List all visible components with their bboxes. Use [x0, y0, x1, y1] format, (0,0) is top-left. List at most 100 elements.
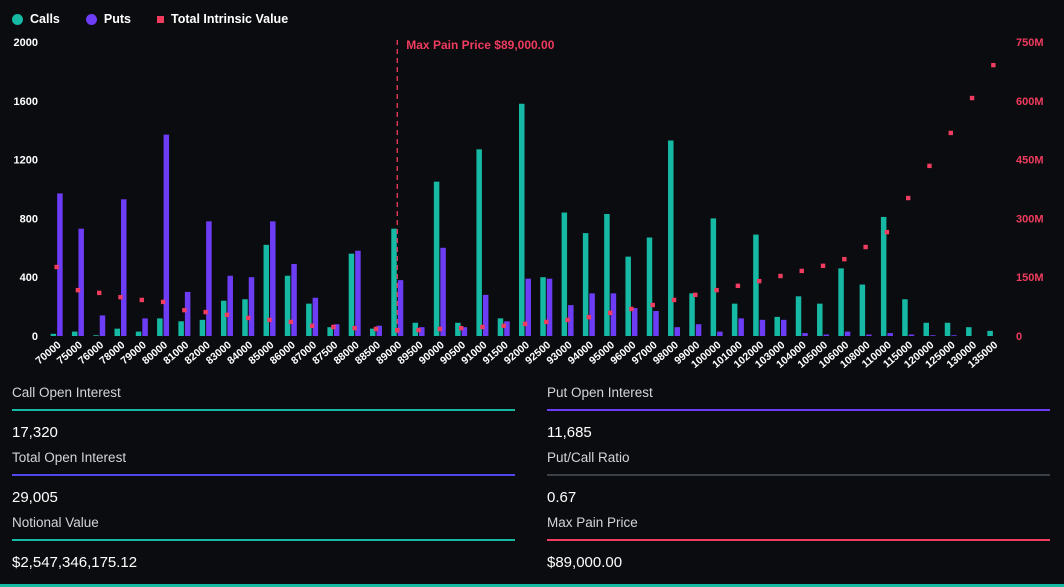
intrinsic-value-dot — [544, 320, 548, 324]
put-bar — [696, 324, 702, 336]
put-bar — [526, 279, 532, 336]
intrinsic-value-dot — [161, 300, 165, 304]
put-bar — [909, 335, 915, 336]
call-bar — [796, 296, 802, 336]
call-bar — [285, 276, 291, 336]
put-bar — [78, 229, 84, 336]
legend-item-total-intrinsic-value[interactable]: Total Intrinsic Value — [157, 12, 288, 26]
intrinsic-value-dot — [693, 293, 697, 297]
legend-label: Total Intrinsic Value — [171, 12, 288, 26]
intrinsic-value-dot — [331, 325, 335, 329]
put-bar — [781, 320, 787, 336]
put-bar — [57, 193, 63, 336]
puts-marker-icon — [86, 14, 97, 25]
intrinsic-value-dot — [970, 96, 974, 100]
left-axis-tick: 1600 — [14, 96, 38, 108]
options-open-interest-chart: 04008001200160020000150M300M450M600M750M… — [0, 30, 1064, 378]
stat-card-total-open-interest: Total Open Interest29,005 — [12, 450, 515, 506]
right-axis-tick: 150M — [1016, 272, 1044, 284]
calls-bars — [51, 104, 993, 336]
stat-card-put-call-ratio: Put/Call Ratio0.67 — [547, 450, 1050, 506]
intrinsic-value-dot — [310, 324, 314, 328]
left-axis-tick: 400 — [20, 272, 38, 284]
intrinsic-value-dot — [246, 316, 250, 320]
call-bar — [604, 214, 610, 336]
call-bar — [987, 331, 993, 336]
stat-label: Notional Value — [12, 515, 515, 539]
intrinsic-value-dot — [54, 265, 58, 269]
put-bar — [355, 251, 361, 336]
stat-label: Call Open Interest — [12, 385, 515, 409]
call-bar — [306, 304, 312, 336]
stat-card-max-pain-price: Max Pain Price$89,000.00 — [547, 515, 1050, 571]
call-bar — [881, 217, 887, 336]
call-bar — [157, 318, 163, 336]
legend-item-calls[interactable]: Calls — [12, 12, 60, 26]
stat-value: $89,000.00 — [547, 541, 1050, 571]
intrinsic-value-dot — [885, 230, 889, 234]
total-intrinsic-value-marker-icon — [157, 16, 164, 23]
left-axis-tick: 2000 — [14, 37, 38, 49]
intrinsic-value-dot — [821, 264, 825, 268]
call-bar — [349, 254, 355, 336]
stat-label: Max Pain Price — [547, 515, 1050, 539]
intrinsic-value-dot — [608, 311, 612, 315]
call-bar — [753, 235, 759, 336]
call-bar — [711, 218, 717, 336]
call-bar — [860, 285, 866, 336]
intrinsic-value-dot — [565, 318, 569, 322]
call-bar — [902, 299, 908, 336]
stat-value: 11,685 — [547, 411, 1050, 441]
put-bar — [249, 277, 255, 336]
call-bar — [625, 257, 631, 336]
calls-marker-icon — [12, 14, 23, 25]
intrinsic-value-dot — [906, 196, 910, 200]
put-bar — [440, 248, 446, 336]
legend-label: Calls — [30, 12, 60, 26]
options-max-pain-dashboard: CallsPutsTotal Intrinsic Value 040080012… — [0, 0, 1064, 587]
intrinsic-value-dot — [863, 245, 867, 249]
intrinsic-value-dot — [289, 320, 293, 324]
intrinsic-value-dot — [672, 298, 676, 302]
put-bar — [930, 335, 936, 336]
call-bar — [221, 301, 227, 336]
intrinsic-value-dot — [651, 303, 655, 307]
put-bar — [738, 318, 744, 336]
right-axis-tick: 750M — [1016, 37, 1044, 49]
stats-grid: Call Open Interest17,320 Put Open Interes… — [0, 378, 1064, 580]
put-bar — [653, 311, 659, 336]
put-bar — [802, 333, 808, 336]
stat-value: 29,005 — [12, 476, 515, 506]
put-bar — [589, 293, 595, 336]
put-bar — [313, 298, 319, 336]
right-axis-tick: 600M — [1016, 96, 1044, 108]
legend-item-puts[interactable]: Puts — [86, 12, 131, 26]
call-bar — [264, 245, 270, 336]
call-bar — [647, 238, 653, 336]
put-bar — [675, 327, 681, 336]
stat-card-notional-value: Notional Value$2,547,346,175.12 — [12, 515, 515, 571]
put-bar — [121, 199, 127, 336]
intrinsic-value-dot — [97, 291, 101, 295]
intrinsic-value-dot — [523, 322, 527, 326]
put-bar — [483, 295, 489, 336]
put-bar — [504, 321, 510, 336]
intrinsic-value-dot — [736, 284, 740, 288]
put-bar — [227, 276, 233, 336]
put-bar — [291, 264, 297, 336]
call-bar — [391, 229, 397, 336]
intrinsic-value-dot — [629, 307, 633, 311]
call-bar — [923, 323, 929, 336]
put-bar — [100, 315, 106, 336]
right-axis-tick: 300M — [1016, 213, 1044, 225]
stat-value: 17,320 — [12, 411, 515, 441]
call-bar — [562, 213, 568, 336]
intrinsic-value-dot — [438, 327, 442, 331]
intrinsic-value-dot — [778, 274, 782, 278]
call-bar — [966, 327, 972, 336]
stat-label: Put Open Interest — [547, 385, 1050, 409]
legend-label: Puts — [104, 12, 131, 26]
intrinsic-value-dot — [480, 325, 484, 329]
put-bar — [760, 320, 766, 336]
call-bar — [178, 321, 184, 336]
